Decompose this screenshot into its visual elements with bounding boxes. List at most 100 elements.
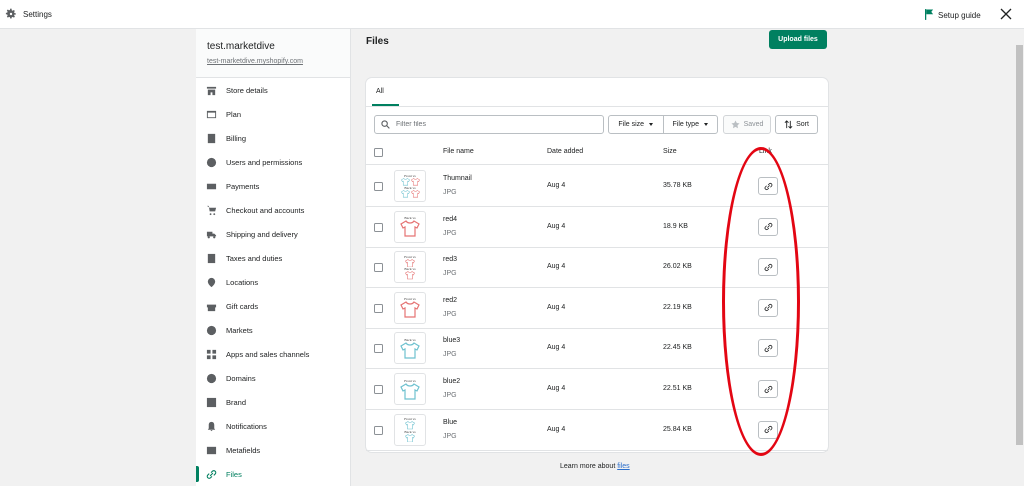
copy-link-button[interactable] xyxy=(758,217,778,236)
header-date-added[interactable]: Date added xyxy=(547,148,583,155)
file-thumbnail[interactable]: Front vs Back vs xyxy=(394,170,426,202)
tshirt-icon xyxy=(400,342,420,359)
header-size[interactable]: Size xyxy=(663,148,677,155)
row-checkbox[interactable] xyxy=(374,344,383,354)
sidebar-item-taxes-and-duties[interactable]: Taxes and duties xyxy=(196,246,351,270)
brand-icon xyxy=(206,397,217,407)
table-row[interactable]: Back vs red4 JPG Aug 4 18.9 KB xyxy=(366,207,828,248)
copy-link-button[interactable] xyxy=(758,339,778,358)
payments-icon xyxy=(206,183,217,189)
file-date: Aug 4 xyxy=(547,263,566,271)
search-icon xyxy=(381,120,390,129)
sidebar-item-metafields[interactable]: Metafields xyxy=(196,438,351,462)
sidebar-item-label: Payments xyxy=(226,181,260,191)
row-checkbox[interactable] xyxy=(374,222,383,232)
store-url[interactable]: test-marketdive.myshopify.com xyxy=(207,58,350,65)
sidebar-item-billing[interactable]: Billing xyxy=(196,126,351,150)
file-thumbnail[interactable]: Back vs xyxy=(394,332,426,365)
link-icon xyxy=(206,469,217,479)
select-all-checkbox[interactable] xyxy=(374,148,383,157)
bell-icon xyxy=(207,421,216,431)
file-name[interactable]: blue3 xyxy=(443,337,460,344)
file-name[interactable]: Thumnail xyxy=(443,175,472,182)
file-type-dropdown[interactable]: File type xyxy=(662,116,718,133)
copy-link-button[interactable] xyxy=(758,298,778,317)
file-thumbnail[interactable]: Front vs Back vs xyxy=(394,413,426,446)
link-icon xyxy=(764,426,772,434)
caret-down-icon xyxy=(649,123,654,126)
file-date: Aug 4 xyxy=(547,425,566,433)
tshirt-icon xyxy=(405,421,415,430)
sidebar-item-files[interactable]: Files xyxy=(196,462,351,486)
copy-link-button[interactable] xyxy=(758,258,778,277)
sidebar-item-users-and-permissions[interactable]: Users and permissions xyxy=(196,150,351,174)
row-checkbox[interactable] xyxy=(374,182,383,191)
row-checkbox[interactable] xyxy=(374,303,383,313)
copy-link-button[interactable] xyxy=(758,380,778,398)
table-row[interactable]: Front vs Back vs red3 JPG Aug 4 26.02 KB xyxy=(366,247,828,289)
sort-button[interactable]: Sort xyxy=(775,115,818,134)
tshirt-icon xyxy=(405,258,415,267)
files-help-link[interactable]: files xyxy=(617,463,629,470)
sidebar-item-domains[interactable]: Domains xyxy=(196,366,351,390)
upload-files-button[interactable]: Upload files xyxy=(769,30,827,49)
file-name[interactable]: blue2 xyxy=(443,378,460,385)
file-size: 22.19 KB xyxy=(663,303,692,311)
sort-label: Sort xyxy=(796,121,809,128)
file-name[interactable]: red3 xyxy=(443,256,457,263)
table-row[interactable]: Front vs Back vs Blue JPG Aug 4 25.84 KB xyxy=(366,410,828,451)
scrollbar-thumb[interactable] xyxy=(1016,45,1023,445)
sidebar-item-locations[interactable]: Locations xyxy=(196,270,351,294)
sidebar-item-notifications[interactable]: Notifications xyxy=(196,414,351,438)
sidebar-item-apps-and-sales-channels[interactable]: Apps and sales channels xyxy=(196,342,351,366)
tshirt-icon xyxy=(405,433,415,442)
file-thumbnail[interactable]: Front vs Back vs xyxy=(394,251,426,284)
link-icon xyxy=(764,344,772,352)
file-size-dropdown[interactable]: File size xyxy=(609,116,663,133)
sidebar-item-payments[interactable]: Payments xyxy=(196,174,351,198)
tax-icon xyxy=(207,253,216,263)
flag-icon[interactable] xyxy=(925,9,934,20)
page-title: Files xyxy=(366,36,389,47)
sidebar-item-store-details[interactable]: Store details xyxy=(196,78,351,102)
sidebar-item-label: Notifications xyxy=(226,421,267,431)
copy-link-button[interactable] xyxy=(758,420,778,439)
file-name[interactable]: red2 xyxy=(443,297,457,304)
table-row[interactable]: Front vs blue2 JPG Aug 4 22.51 KB xyxy=(366,369,828,410)
close-icon[interactable] xyxy=(1000,8,1012,20)
row-checkbox[interactable] xyxy=(374,263,383,273)
billing-icon xyxy=(207,133,216,143)
gift-icon xyxy=(206,304,217,311)
file-name[interactable]: Blue xyxy=(443,419,457,426)
table-row[interactable]: Back vs blue3 JPG Aug 4 22.45 KB xyxy=(366,328,828,370)
setup-guide-link[interactable]: Setup guide xyxy=(938,11,981,20)
link-icon xyxy=(764,385,772,393)
file-name[interactable]: red4 xyxy=(443,216,457,223)
sidebar-item-checkout-and-accounts[interactable]: Checkout and accounts xyxy=(196,198,351,222)
row-checkbox[interactable] xyxy=(374,385,383,394)
row-checkbox[interactable] xyxy=(374,425,383,435)
tshirt-icon xyxy=(405,271,415,280)
tshirt-icon xyxy=(400,190,410,198)
link-icon xyxy=(764,223,772,231)
copy-link-button[interactable] xyxy=(758,177,778,195)
filter-files-input[interactable] xyxy=(396,121,596,128)
sidebar-item-shipping-and-delivery[interactable]: Shipping and delivery xyxy=(196,222,351,246)
tab-all[interactable]: All xyxy=(376,88,384,95)
file-size: 22.45 KB xyxy=(663,344,692,352)
sidebar-item-plan[interactable]: Plan xyxy=(196,102,351,126)
saved-button[interactable]: Saved xyxy=(723,115,771,134)
file-type: JPG xyxy=(443,189,457,196)
table-row[interactable]: Front vs red2 JPG Aug 4 22.19 KB xyxy=(366,288,828,329)
file-thumbnail[interactable]: Back vs xyxy=(394,210,426,243)
table-row[interactable]: Front vs Back vs Thumnail JPG Aug 4 35.78 KB xyxy=(366,166,828,207)
file-thumbnail[interactable]: Front vs xyxy=(394,373,426,405)
page-scrollbar[interactable] xyxy=(1015,29,1024,486)
sidebar-item-gift-cards[interactable]: Gift cards xyxy=(196,294,351,318)
header-link: Link xyxy=(759,148,772,155)
sidebar-item-brand[interactable]: Brand xyxy=(196,390,351,414)
file-thumbnail[interactable]: Front vs xyxy=(394,291,426,324)
header-file-name[interactable]: File name xyxy=(443,148,474,155)
sidebar-item-markets[interactable]: Markets xyxy=(196,318,351,342)
filter-files-field[interactable] xyxy=(374,115,604,134)
